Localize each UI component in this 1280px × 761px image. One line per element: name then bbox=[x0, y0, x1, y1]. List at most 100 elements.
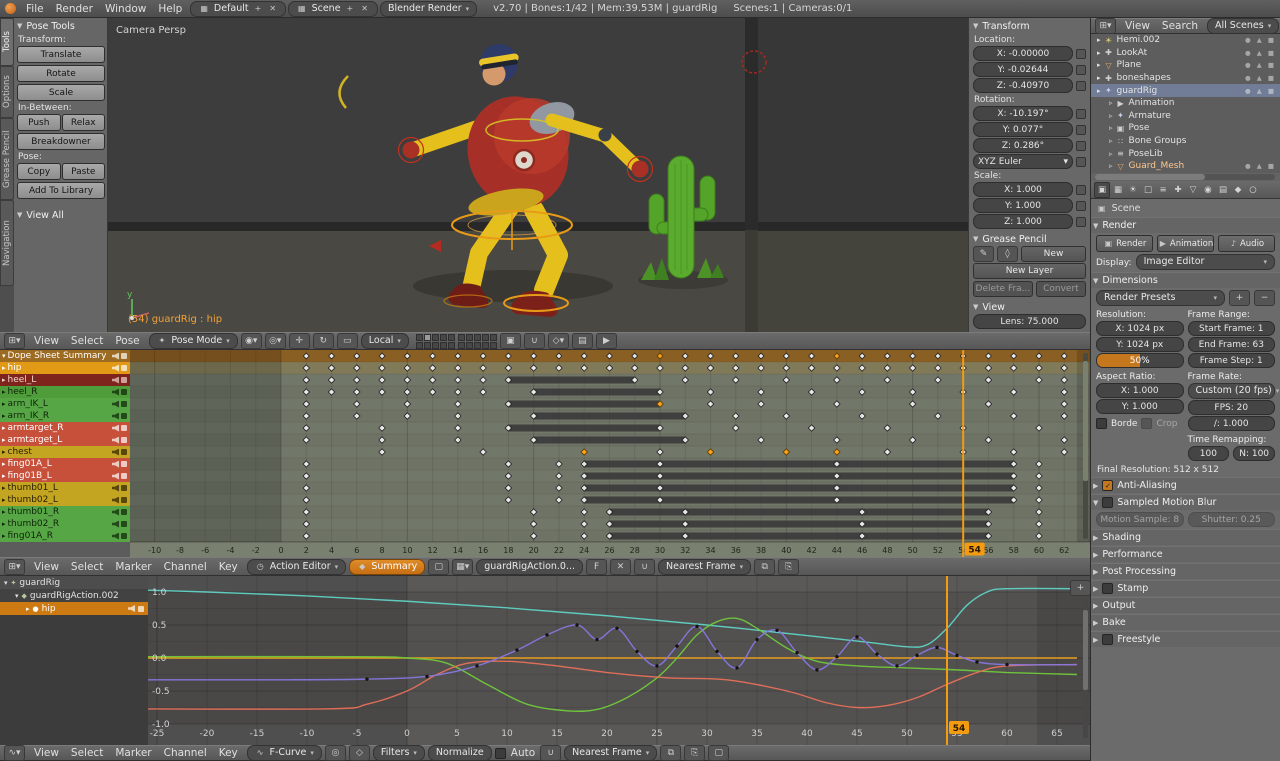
menu-view[interactable]: View bbox=[28, 335, 65, 347]
snap-mode-selector[interactable]: Nearest Frame ▾ bbox=[564, 745, 658, 761]
orientation-selector[interactable]: Local ▾ bbox=[360, 333, 409, 349]
scrollbar[interactable] bbox=[1083, 361, 1088, 481]
toolshelf-tab-navigation[interactable]: Navigation bbox=[0, 200, 14, 286]
layer-toggle[interactable] bbox=[447, 333, 455, 341]
pivot-point-selector[interactable]: ◎ ▾ bbox=[264, 333, 286, 349]
shutter-field[interactable]: Shutter: 0.25 bbox=[1187, 512, 1275, 527]
layer-toggle[interactable] bbox=[439, 341, 447, 349]
lock-icon[interactable] bbox=[1076, 200, 1086, 211]
mute-icon[interactable] bbox=[112, 424, 119, 432]
expand-icon[interactable]: ▸ bbox=[2, 532, 6, 540]
relax-button[interactable]: Relax bbox=[61, 114, 105, 131]
show-handles-icon[interactable]: ◇ bbox=[348, 745, 370, 761]
mute-icon[interactable] bbox=[112, 484, 119, 492]
resolution-y-field[interactable]: Y: 1024 px bbox=[1096, 337, 1184, 352]
expand-icon[interactable]: ▾ bbox=[4, 579, 8, 587]
layer-toggle[interactable] bbox=[457, 341, 465, 349]
scale-y-field[interactable]: Y: 1.000 bbox=[973, 198, 1073, 213]
menu-view[interactable]: View bbox=[1119, 20, 1156, 32]
scale-button[interactable]: Scale bbox=[17, 84, 105, 101]
mode-selector[interactable]: ✦ Pose Mode ▾ bbox=[148, 333, 238, 349]
mute-icon[interactable] bbox=[112, 472, 119, 480]
outliner-scrollbar[interactable] bbox=[1095, 174, 1275, 180]
action-name-field[interactable]: guardRigAction.0... bbox=[476, 558, 584, 575]
menu-pose[interactable]: Pose bbox=[109, 335, 145, 347]
normalize-button[interactable]: Normalize bbox=[427, 745, 492, 761]
expand-icon[interactable]: ▾ bbox=[2, 352, 6, 360]
resolution-percentage-slider[interactable]: 50% bbox=[1096, 353, 1184, 368]
expand-icon[interactable]: ▸ bbox=[2, 364, 6, 372]
antialiasing-checkbox[interactable]: ✓ bbox=[1102, 480, 1114, 491]
rotate-button[interactable]: Rotate bbox=[17, 65, 105, 82]
paste-button[interactable]: Paste bbox=[61, 163, 105, 180]
mute-icon[interactable] bbox=[112, 388, 119, 396]
render-opengl-anim-icon[interactable]: ▶ bbox=[595, 333, 617, 349]
render-engine-selector[interactable]: Blender Render ▾ bbox=[379, 0, 478, 17]
lock-icon[interactable] bbox=[121, 377, 127, 383]
panel-header-view-all[interactable]: ▼ View All bbox=[17, 208, 105, 222]
menu-render[interactable]: Render bbox=[50, 3, 99, 15]
layer-toggle[interactable] bbox=[423, 333, 431, 341]
summary-toggle[interactable]: ◆ Summary bbox=[349, 558, 426, 575]
layer-toggle[interactable] bbox=[473, 333, 481, 341]
lock-icon[interactable] bbox=[121, 461, 127, 467]
eraser-icon[interactable]: ◊ bbox=[997, 246, 1018, 262]
panel-header-grease-pencil[interactable]: ▼ Grease Pencil bbox=[973, 232, 1086, 246]
close-scene-icon[interactable]: ✕ bbox=[359, 3, 370, 15]
manipulator-translate-icon[interactable]: ✛ bbox=[288, 333, 310, 349]
menu-help[interactable]: Help bbox=[152, 3, 188, 15]
menu-view[interactable]: View bbox=[28, 747, 65, 759]
fps-field[interactable]: FPS: 20 bbox=[1187, 400, 1275, 415]
manipulator-rotate-icon[interactable]: ↻ bbox=[312, 333, 334, 349]
outliner-row-boneshapes[interactable]: ▸ ✚ boneshapes ● ▲ ■ bbox=[1091, 72, 1280, 85]
layer-toggle[interactable] bbox=[489, 333, 497, 341]
crop-checkbox[interactable] bbox=[1141, 418, 1153, 429]
lock-icon[interactable] bbox=[121, 449, 127, 455]
graph-curve-area[interactable]: 1.00.50.0-0.5-1.0-25 -20 -15 -10 -5 0 5 10 15 20 2… bbox=[148, 576, 1090, 745]
dope-channel-thumb02_l[interactable]: ▸ thumb02_L bbox=[0, 494, 130, 506]
visibility-toggle-icons[interactable]: ● ▲ ■ bbox=[1245, 61, 1280, 69]
region-expand-icon[interactable]: + bbox=[1070, 580, 1091, 596]
menu-key[interactable]: Key bbox=[213, 561, 244, 573]
ghost-curves-icon[interactable]: ▢ bbox=[708, 745, 730, 761]
properties-tab-material-icon[interactable]: ◉ bbox=[1201, 183, 1215, 197]
visibility-toggle-icons[interactable]: ● ▲ ■ bbox=[1245, 49, 1280, 57]
menu-select[interactable]: Select bbox=[65, 561, 109, 573]
visibility-toggle-icons[interactable]: ● ▲ ■ bbox=[1245, 74, 1280, 82]
expand-icon[interactable]: ▸ bbox=[2, 496, 6, 504]
outliner-row-bone-groups[interactable]: ▹ ∷ Bone Groups bbox=[1091, 135, 1280, 148]
layer-toggle[interactable] bbox=[473, 341, 481, 349]
border-checkbox[interactable] bbox=[1096, 418, 1107, 429]
scale-x-field[interactable]: X: 1.000 bbox=[973, 182, 1073, 197]
scale-z-field[interactable]: Z: 1.000 bbox=[973, 214, 1073, 229]
lock-icon[interactable] bbox=[121, 353, 127, 359]
copy-keyframes-icon[interactable]: ⧉ bbox=[660, 745, 682, 761]
end-frame-field[interactable]: End Frame: 63 bbox=[1187, 337, 1275, 352]
audio-button[interactable]: ♪ Audio bbox=[1218, 235, 1275, 252]
expand-icon[interactable]: ▸ bbox=[2, 424, 6, 432]
new-layer-button[interactable]: New Layer bbox=[973, 263, 1086, 279]
dope-channel-dope-sheet-summary[interactable]: ▾ Dope Sheet Summary bbox=[0, 350, 130, 362]
fps-base-field[interactable]: /: 1.000 bbox=[1187, 416, 1275, 431]
layer-toggle[interactable] bbox=[415, 341, 423, 349]
delete-frame-button[interactable]: Delete Fra... bbox=[973, 281, 1033, 297]
expand-icon[interactable]: ▹ bbox=[1109, 99, 1113, 107]
graph-mode-selector[interactable]: ∿ F-Curve ▾ bbox=[246, 745, 322, 761]
outliner-row-poselib[interactable]: ▹ ≡ PoseLib bbox=[1091, 147, 1280, 160]
fake-user-button[interactable]: F bbox=[586, 558, 608, 575]
ghost-icon[interactable]: ▢ bbox=[428, 558, 450, 575]
panel-header-freestyle[interactable]: ▶ Freestyle bbox=[1091, 631, 1280, 647]
render-opengl-icon[interactable]: ▤ bbox=[571, 333, 593, 349]
lock-icon[interactable] bbox=[121, 425, 127, 431]
properties-tab-texture-icon[interactable]: ▤ bbox=[1216, 183, 1230, 197]
blender-logo-icon[interactable] bbox=[5, 3, 16, 14]
breakdowner-button[interactable]: Breakdowner bbox=[17, 133, 105, 150]
properties-tab-data-icon[interactable]: ▽ bbox=[1186, 183, 1200, 197]
expand-icon[interactable]: ▸ bbox=[1097, 61, 1101, 69]
editor-type-selector[interactable]: ⊞ ▾ bbox=[4, 333, 25, 349]
panel-header-dimensions[interactable]: ▼ Dimensions bbox=[1091, 272, 1280, 288]
visibility-toggle-icons[interactable]: ● ▲ ■ bbox=[1245, 87, 1280, 95]
editor-type-selector[interactable]: ⊞ ▾ bbox=[1095, 18, 1116, 34]
motion-samples-field[interactable]: Motion Sample: 8 bbox=[1096, 512, 1184, 527]
expand-icon[interactable]: ▸ bbox=[1097, 87, 1101, 95]
